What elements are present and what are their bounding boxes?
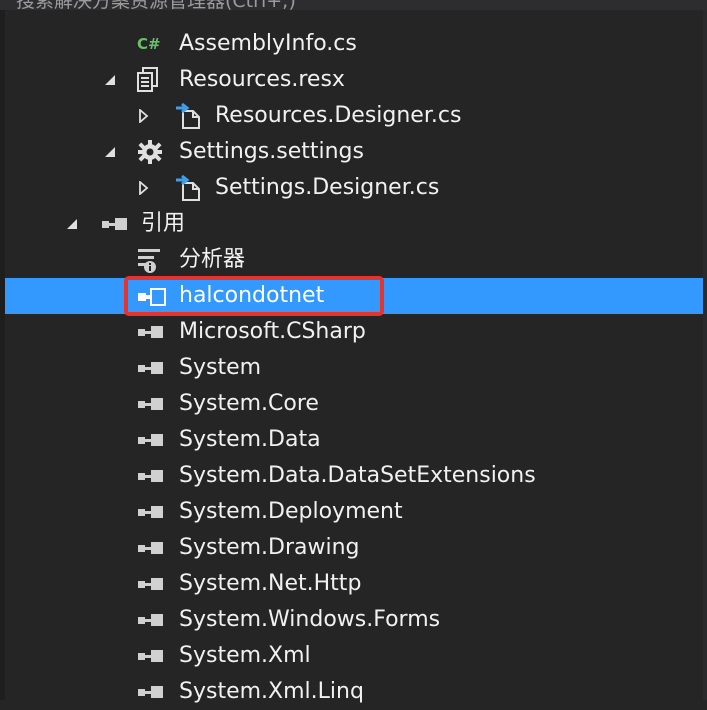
reference-icon [137,504,163,524]
tree-item-label: Resources.Designer.cs [215,103,462,128]
reference-icon [137,432,163,452]
tree-item[interactable]: Resources.Designer.cs [5,98,707,134]
reference-icon [137,612,163,632]
reference-icon [137,360,163,380]
tree-item-label: System.Data [179,427,321,452]
tree-item[interactable]: System.Net.Http [5,566,707,602]
tree-item-label: System.Xml.Linq [179,679,364,704]
tree-item-label: System.Net.Http [179,571,362,596]
tree-item-label: 引用 [141,211,186,236]
reference-icon [137,324,163,344]
tree-item[interactable]: System.Core [5,386,707,422]
reference-icon [137,540,163,560]
tree-item[interactable]: System.Data.DataSetExtensions [5,458,707,494]
tree-item[interactable]: System.Drawing [5,530,707,566]
expanded-arrow-icon[interactable] [101,62,119,98]
tree-item-label: Settings.Designer.cs [215,175,440,200]
tree-item[interactable]: Settings.settings [5,134,707,170]
settings-gear-icon [137,139,162,164]
tree-item[interactable]: System.Data [5,422,707,458]
tree-item-label: Settings.settings [179,139,364,164]
reference-icon [137,648,163,668]
reference-icon [137,576,163,596]
collapsed-arrow-icon[interactable] [135,170,153,206]
tree-item-label: AssemblyInfo.cs [179,31,357,56]
tree-item[interactable]: System.Xml [5,638,707,674]
analyzer-icon [137,247,160,273]
tree-item[interactable]: System.Deployment [5,494,707,530]
reference-icon [137,684,163,704]
reference-icon [137,396,163,416]
designer-file-icon [175,102,200,129]
tree-item[interactable]: System [5,350,707,386]
expanded-arrow-icon[interactable] [101,134,119,170]
tree-item[interactable]: Resources.resx [5,62,707,98]
tree-item[interactable]: Settings.Designer.cs [5,170,707,206]
tree-item-label: System.Windows.Forms [179,607,441,632]
tree-item-label: System.Drawing [179,535,360,560]
tree-item-label: 分析器 [179,247,246,272]
tree-item-label: System.Xml [179,643,311,668]
designer-file-icon [175,174,200,201]
tree-item[interactable]: System.Xml.Linq [5,674,707,710]
tree-item[interactable]: 引用 [5,206,707,242]
collapsed-arrow-icon[interactable] [135,98,153,134]
annotation-highlight-box [124,276,384,316]
tree-item-label: Microsoft.CSharp [179,319,366,344]
tree-item[interactable]: Microsoft.CSharp [5,314,707,350]
reference-icon [137,468,163,488]
svg-text:C#: C# [137,35,161,53]
search-placeholder: 搜索解决方案资源管理器(Ctrl+;) [16,0,296,10]
tree-item-label: Resources.resx [179,67,345,92]
tree-item-label: System [179,355,262,380]
csharp-file-icon: C# [137,33,161,53]
tree-item[interactable]: 分析器 [5,242,707,278]
search-solution-explorer-input[interactable]: 搜索解决方案资源管理器(Ctrl+;) [0,0,707,10]
tree-item[interactable]: C# AssemblyInfo.cs [5,26,707,62]
tree-item-label: System.Deployment [179,499,403,524]
tree-item-label: System.Core [179,391,319,416]
tree-item[interactable]: System.Windows.Forms [5,602,707,638]
expanded-arrow-icon[interactable] [63,206,81,242]
references-icon [101,216,127,236]
tree-item-label: System.Data.DataSetExtensions [179,463,536,488]
resx-file-icon [137,67,159,92]
scrollbar-track[interactable] [703,10,707,700]
